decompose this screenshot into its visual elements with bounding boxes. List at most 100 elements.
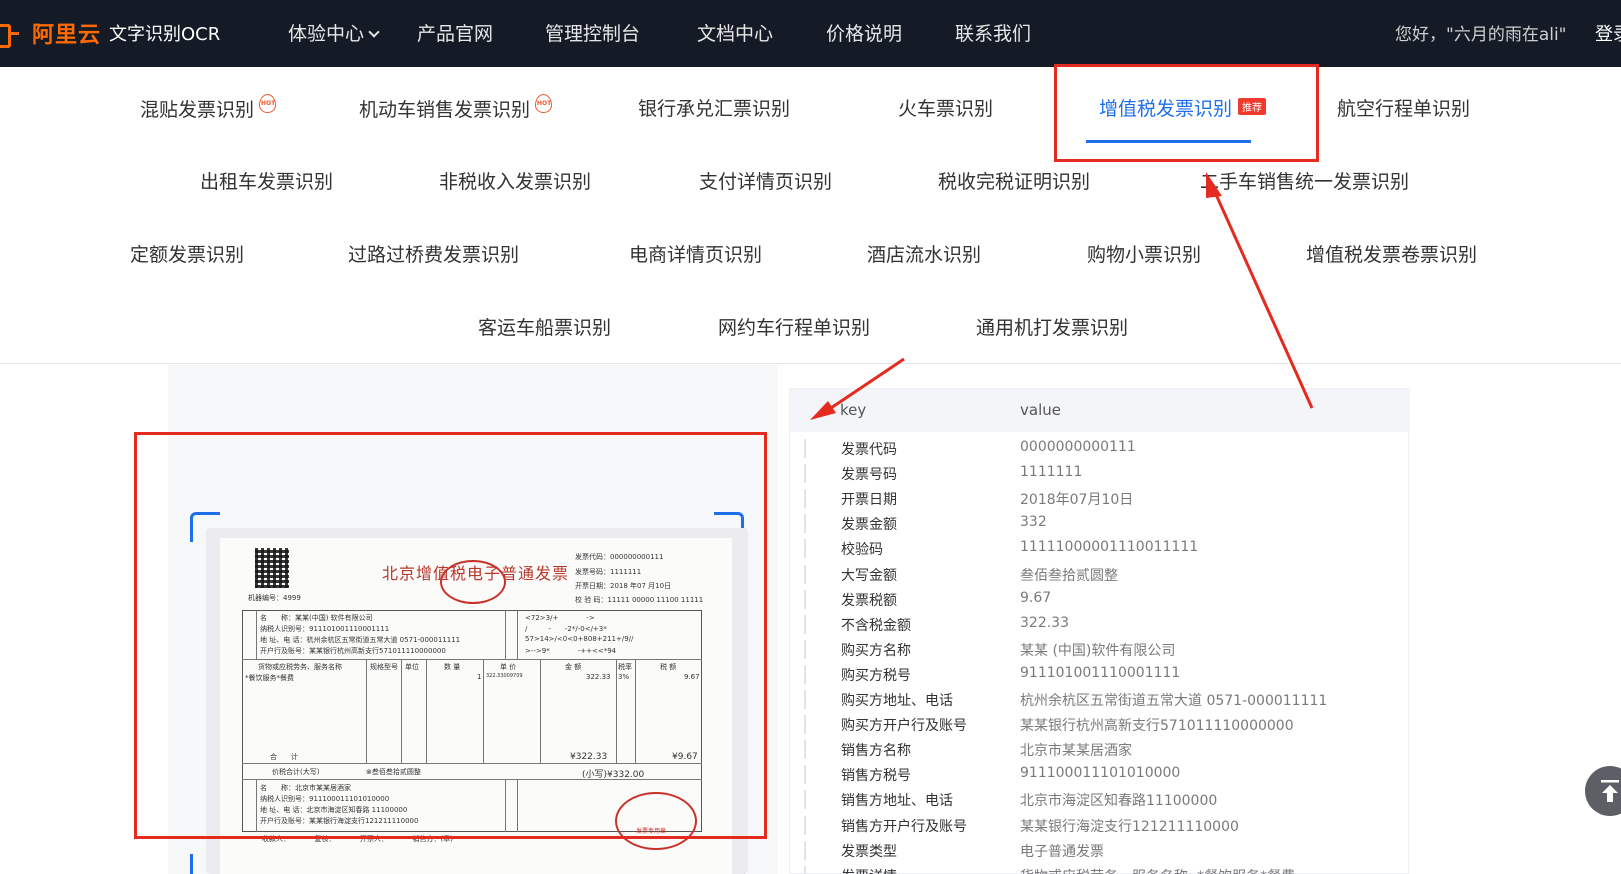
tab-hotel-statement[interactable]: 酒店流水识别 xyxy=(867,240,981,267)
tab-air-itinerary[interactable]: 航空行程单识别 xyxy=(1337,94,1470,121)
tab-label: 机动车销售发票识别 xyxy=(359,99,531,121)
result-table-header: key value xyxy=(790,389,1410,432)
result-row: 购买方税号 911101001110001111 xyxy=(790,662,1410,687)
tab-train-ticket[interactable]: 火车票识别 xyxy=(898,94,993,121)
result-row: 销售方税号 911100011101010000 xyxy=(790,762,1410,787)
result-key: 销售方税号 xyxy=(841,768,911,785)
tab-vehicle-sales-invoice[interactable]: 机动车销售发票识别 HOT xyxy=(359,94,553,122)
row-marker xyxy=(804,664,806,684)
row-marker xyxy=(804,489,806,509)
nav-experience-center[interactable]: 体验中心 xyxy=(288,19,380,46)
result-value: 北京市某某居酒家 xyxy=(1020,743,1132,760)
tab-payment-detail[interactable]: 支付详情页识别 xyxy=(699,167,832,194)
tab-mixed-invoice[interactable]: 混贴发票识别 HOT xyxy=(140,94,277,122)
login-link[interactable]: 登录 xyxy=(1595,20,1621,46)
result-row: 购买方开户行及账号 某某银行杭州高新支行571011110000000 xyxy=(790,712,1410,737)
result-value: 332 xyxy=(1020,514,1047,531)
scan-corner-icon xyxy=(190,854,193,874)
result-value: 某某银行杭州高新支行571011110000000 xyxy=(1020,718,1294,735)
result-row: 发票详情 货物或应税劳务、服务名称: *餐饮服务*餐费 xyxy=(790,863,1410,874)
result-key: 开票日期 xyxy=(841,492,897,509)
tab-label: 混贴发票识别 xyxy=(140,99,255,121)
nav-label: 体验中心 xyxy=(288,23,365,45)
tab-nontax-invoice[interactable]: 非税收入发票识别 xyxy=(439,167,591,194)
row-marker xyxy=(804,564,806,584)
row-marker xyxy=(804,639,806,659)
result-row: 销售方地址、电话 北京市海淀区知春路11100000 xyxy=(790,787,1410,812)
brand-name: 阿里云 xyxy=(32,23,102,48)
result-key: 购买方开户行及账号 xyxy=(841,718,967,735)
result-row: 销售方名称 北京市某某居酒家 xyxy=(790,737,1410,762)
result-key: 销售方名称 xyxy=(841,743,911,760)
row-marker xyxy=(804,715,806,735)
tab-shopping-receipt[interactable]: 购物小票识别 xyxy=(1087,240,1201,267)
row-marker xyxy=(804,740,806,760)
tab-machine-printed-invoice[interactable]: 通用机打发票识别 xyxy=(976,313,1128,340)
key-column-header: key xyxy=(840,401,867,419)
result-value: 322.33 xyxy=(1020,614,1069,631)
nav-contact[interactable]: 联系我们 xyxy=(955,19,1031,46)
tab-passenger-ticket[interactable]: 客运车船票识别 xyxy=(478,313,611,340)
result-key: 发票税额 xyxy=(841,592,897,609)
row-marker xyxy=(804,690,806,709)
row-marker xyxy=(804,840,806,860)
tab-bank-acceptance[interactable]: 银行承兑汇票识别 xyxy=(638,94,790,121)
row-marker xyxy=(804,614,806,634)
hot-flame-icon: HOT xyxy=(259,94,277,113)
result-key: 不含税金额 xyxy=(841,617,911,634)
row-marker xyxy=(804,765,806,785)
top-navbar: 阿里云 文字识别OCR 体验中心 产品官网 管理控制台 文档中心 价格说明 联系… xyxy=(0,0,1621,67)
tab-ride-hailing-itinerary[interactable]: 网约车行程单识别 xyxy=(718,313,870,340)
result-value: 2018年07月10日 xyxy=(1020,492,1134,509)
result-value: 叁佰叁拾贰圆整 xyxy=(1020,567,1118,584)
row-marker xyxy=(804,514,806,534)
result-value: 911100011101010000 xyxy=(1020,765,1181,782)
result-row: 发票代码 0000000000111 xyxy=(790,436,1410,461)
result-key: 购买方地址、电话 xyxy=(841,693,953,709)
value-column-header: value xyxy=(1020,401,1061,419)
row-marker xyxy=(804,589,806,609)
nav-console[interactable]: 管理控制台 xyxy=(545,19,640,46)
result-value: 某某 (中国)软件有限公司 xyxy=(1020,642,1176,659)
row-marker xyxy=(804,815,806,835)
tab-used-car-invoice[interactable]: 二手车销售统一发票识别 xyxy=(1200,167,1409,194)
result-row: 发票类型 电子普通发票 xyxy=(790,838,1410,863)
result-value: 电子普通发票 xyxy=(1020,843,1104,860)
back-to-top-button[interactable] xyxy=(1585,766,1621,816)
result-row: 购买方名称 某某 (中国)软件有限公司 xyxy=(790,637,1410,662)
aliyun-logo[interactable]: 阿里云 文字识别OCR xyxy=(0,17,220,49)
result-row: 大写金额 叁佰叁拾贰圆整 xyxy=(790,562,1410,587)
result-value: 货物或应税劳务、服务名称: *餐饮服务*餐费 xyxy=(1020,866,1295,874)
result-row: 不含税金额 322.33 xyxy=(790,612,1410,637)
result-key: 发票代码 xyxy=(841,442,897,458)
result-value: 0000000000111 xyxy=(1020,439,1136,455)
arrow-up-to-line-icon xyxy=(1601,780,1619,802)
tab-toll-invoice[interactable]: 过路过桥费发票识别 xyxy=(348,240,519,267)
result-key: 发票类型 xyxy=(841,843,897,860)
result-key: 大写金额 xyxy=(841,567,897,584)
hot-flame-icon: HOT xyxy=(535,94,553,113)
result-row: 发票税额 9.67 xyxy=(790,587,1410,612)
result-row: 销售方开户行及账号 某某银行海淀支行121211110000 xyxy=(790,813,1410,838)
chevron-down-icon xyxy=(368,26,380,38)
row-marker xyxy=(804,865,806,874)
result-row: 发票金额 332 xyxy=(790,511,1410,536)
tab-tax-certificate[interactable]: 税收完税证明识别 xyxy=(938,167,1090,194)
nav-docs[interactable]: 文档中心 xyxy=(697,19,773,46)
product-name: 文字识别OCR xyxy=(109,24,221,45)
result-value: 1111111 xyxy=(1020,464,1083,481)
nav-product-site[interactable]: 产品官网 xyxy=(417,19,493,46)
tab-vat-roll-invoice[interactable]: 增值税发票卷票识别 xyxy=(1306,240,1477,267)
tab-quota-invoice[interactable]: 定额发票识别 xyxy=(130,240,244,267)
highlight-box-invoice xyxy=(134,432,767,839)
result-key: 发票详情 xyxy=(841,866,897,874)
tab-taxi-invoice[interactable]: 出租车发票识别 xyxy=(200,167,333,194)
result-key: 销售方开户行及账号 xyxy=(841,818,967,835)
result-value: 11111000001110011111 xyxy=(1020,539,1199,556)
result-row: 开票日期 2018年07月10日 xyxy=(790,486,1410,511)
tab-ecommerce-detail[interactable]: 电商详情页识别 xyxy=(629,240,762,267)
arrow-to-tab xyxy=(1212,189,1314,409)
user-greeting[interactable]: 您好，"六月的雨在ali" xyxy=(1395,20,1567,45)
nav-pricing[interactable]: 价格说明 xyxy=(826,19,902,46)
result-key: 销售方地址、电话 xyxy=(841,793,953,810)
